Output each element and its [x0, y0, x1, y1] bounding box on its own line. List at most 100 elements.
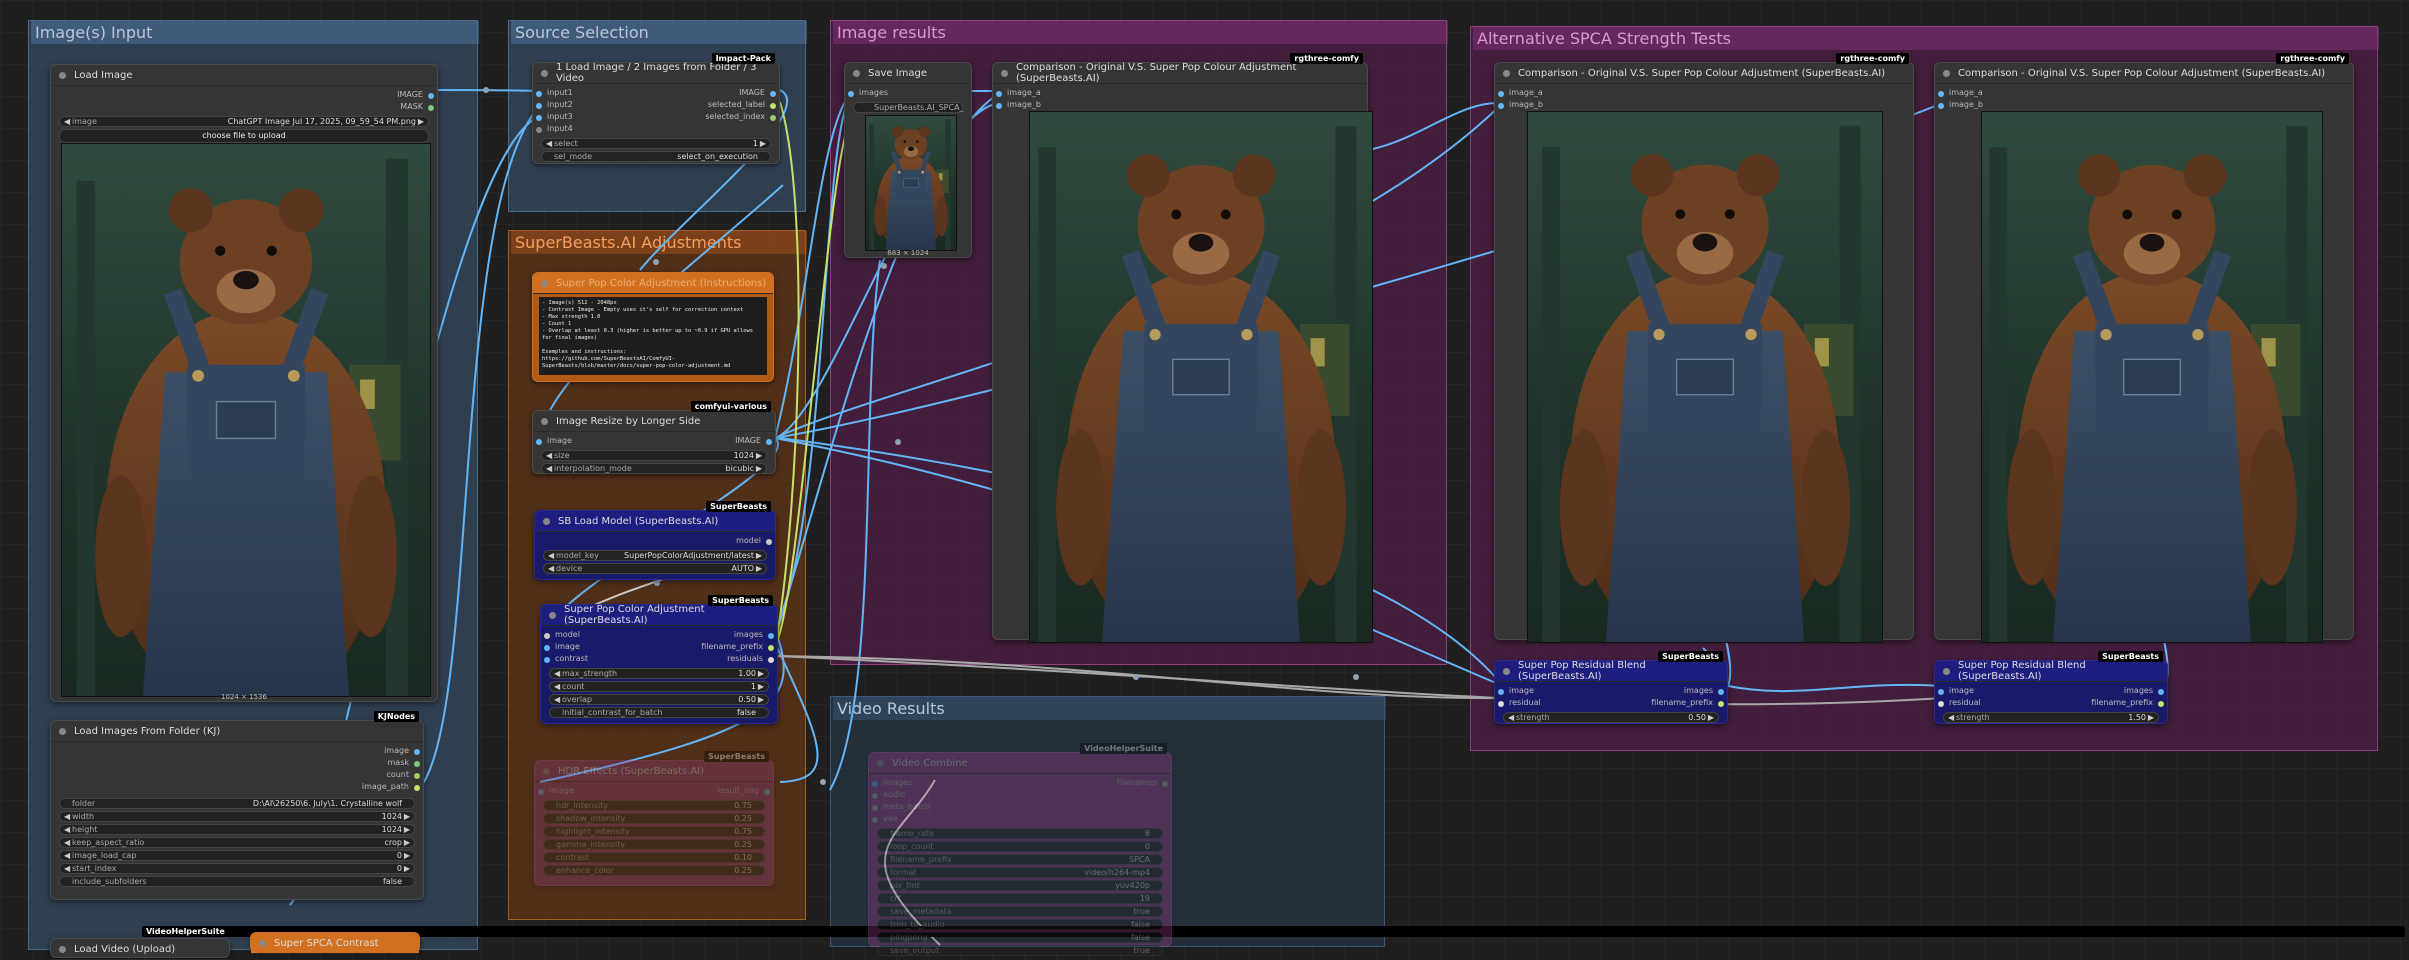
node-hdr-effects[interactable]: SuperBeasts HDR Effects (SuperBeasts.AI)…	[534, 751, 774, 886]
collapse-dot[interactable]	[853, 69, 860, 77]
height-widget[interactable]: ◀ height 1024 ▶	[59, 824, 415, 835]
output-socket[interactable]	[768, 657, 774, 663]
collapse-dot[interactable]	[541, 417, 548, 425]
node-instructions-note[interactable]: Super Pop Color Adjustment (Instructions…	[532, 272, 774, 382]
collapse-dot[interactable]	[549, 611, 556, 619]
collapse-dot[interactable]	[1943, 667, 1950, 675]
output-socket[interactable]	[414, 785, 420, 791]
input-socket[interactable]	[536, 103, 542, 109]
gamma-intensity-widget[interactable]: gamma_intensity 0.25	[543, 839, 765, 850]
collapse-dot[interactable]	[1503, 69, 1510, 77]
input-socket[interactable]	[848, 91, 854, 97]
comparison-image[interactable]	[1527, 111, 1883, 643]
input-socket[interactable]	[1498, 91, 1504, 97]
input-socket[interactable]	[536, 127, 542, 133]
overlap-widget[interactable]: ◀ overlap 0.50 ▶	[549, 694, 769, 705]
start-index-widget[interactable]: ◀ start_index 0 ▶	[59, 863, 415, 874]
output-socket[interactable]	[1162, 781, 1168, 787]
output-socket[interactable]	[766, 539, 772, 545]
model-key-widget[interactable]: ◀ model_key SuperPopColorAdjustment/latest…	[543, 550, 767, 561]
enhance-color-widget[interactable]: enhance_color 0.25	[543, 865, 765, 876]
node-video-combine[interactable]: VideoHelperSuite Video Combine images Fil…	[868, 743, 1172, 956]
upload-button[interactable]: choose file to upload	[59, 129, 429, 143]
format-widget[interactable]: format video/h264-mp4	[877, 867, 1163, 878]
output-socket[interactable]	[2158, 689, 2164, 695]
node-comparison-2[interactable]: rgthree-comfy Comparison - Original V.S.…	[1494, 53, 1914, 643]
max-strength-widget[interactable]: ◀ max_strength 1.00 ▶	[549, 668, 769, 679]
collapse-dot[interactable]	[543, 517, 550, 525]
input-socket[interactable]	[996, 103, 1002, 109]
shadow-intensity-widget[interactable]: shadow_intensity 0.25	[543, 813, 765, 824]
width-widget[interactable]: ◀ width 1024 ▶	[59, 811, 415, 822]
input-socket[interactable]	[996, 91, 1002, 97]
pingpong-toggle[interactable]: pingpong false	[877, 932, 1163, 943]
input-socket[interactable]	[544, 645, 550, 651]
strength-widget[interactable]: ◀ strength 1.50 ▶	[1943, 712, 2159, 723]
collapse-dot[interactable]	[877, 759, 884, 767]
output-socket[interactable]	[770, 115, 776, 121]
input-socket[interactable]	[1498, 701, 1504, 707]
node-residual-blend-1[interactable]: SuperBeasts Super Pop Residual Blend (Su…	[1494, 651, 1728, 724]
note-text[interactable]: - Image(s) 512 - 2048px - Contrast Image…	[539, 297, 767, 375]
node-load-folder[interactable]: KJNodes Load Images From Folder (KJ) ima…	[50, 711, 424, 900]
input-socket[interactable]	[1498, 103, 1504, 109]
input-socket[interactable]	[536, 439, 542, 445]
output-socket[interactable]	[2158, 701, 2164, 707]
filename-prefix-widget[interactable]: filename_prefix SPCA	[877, 854, 1163, 865]
output-socket[interactable]	[414, 761, 420, 767]
comparison-image[interactable]	[1029, 111, 1373, 643]
input-socket[interactable]	[1938, 91, 1944, 97]
sel-mode-toggle[interactable]: sel_mode select_on_execution	[541, 151, 771, 162]
hdr-intensity-widget[interactable]: hdr_intensity 0.75	[543, 800, 765, 811]
output-socket[interactable]	[766, 439, 772, 445]
collapse-dot[interactable]	[1503, 667, 1510, 675]
output-socket[interactable]	[770, 103, 776, 109]
output-socket[interactable]	[770, 91, 776, 97]
image-select-widget[interactable]: ◀ image ChatGPT Image Jul 17, 2025, 09_59_…	[59, 116, 429, 127]
initial-contrast-toggle[interactable]: initial_contrast_for_batch false	[549, 707, 769, 718]
trim-to-audio-toggle[interactable]: trim_to_audio false	[877, 919, 1163, 930]
output-socket[interactable]	[1718, 689, 1724, 695]
node-load-video[interactable]: Load Video (Upload)	[50, 938, 230, 960]
save-metadata-toggle[interactable]: save_metadata true	[877, 906, 1163, 917]
interpolation-widget[interactable]: ◀ interpolation_mode bicubic ▶	[541, 463, 767, 474]
output-socket[interactable]	[1718, 701, 1724, 707]
input-socket[interactable]	[1938, 689, 1944, 695]
input-socket[interactable]	[536, 115, 542, 121]
collapse-dot[interactable]	[59, 727, 66, 735]
collapse-dot[interactable]	[59, 71, 66, 79]
collapse-dot[interactable]	[1943, 69, 1950, 77]
output-socket[interactable]	[768, 633, 774, 639]
input-socket[interactable]	[536, 91, 542, 97]
input-socket[interactable]	[1498, 689, 1504, 695]
output-socket[interactable]	[764, 789, 770, 795]
output-socket[interactable]	[768, 645, 774, 651]
node-comparison-1[interactable]: rgthree-comfy Comparison - Original V.S.…	[992, 53, 1373, 643]
node-spca-contrast[interactable]: Super SPCA Contrast	[250, 932, 420, 954]
contrast-widget[interactable]: contrast 0.10	[543, 852, 765, 863]
collapse-dot[interactable]	[1001, 69, 1008, 77]
crf-widget[interactable]: crf 19	[877, 893, 1163, 904]
node-source-selector[interactable]: Impact-Pack 1 Load Image / 2 Images from…	[532, 53, 780, 164]
image-load-cap-widget[interactable]: ◀ image_load_cap 0 ▶	[59, 850, 415, 861]
include-subfolders-toggle[interactable]: include_subfolders false	[59, 876, 415, 887]
node-save-image[interactable]: Save Image images SuperBeasts.AI_SPCA_ 6…	[844, 62, 972, 258]
node-load-image[interactable]: Load Image IMAGE MASK ◀ image ChatGPT Imag…	[50, 64, 438, 702]
keep-aspect-widget[interactable]: ◀ keep_aspect_ratio crop ▶	[59, 837, 415, 848]
strength-widget[interactable]: ◀ strength 0.50 ▶	[1503, 712, 1719, 723]
input-socket[interactable]	[1938, 103, 1944, 109]
output-socket[interactable]	[414, 773, 420, 779]
collapse-dot[interactable]	[259, 939, 266, 947]
input-socket[interactable]	[544, 657, 550, 663]
input-socket[interactable]	[872, 817, 878, 823]
node-super-pop-color[interactable]: SuperBeasts Super Pop Color Adjustment (…	[540, 595, 778, 724]
node-sb-load-model[interactable]: SuperBeasts SB Load Model (SuperBeasts.A…	[534, 501, 776, 580]
input-socket[interactable]	[872, 781, 878, 787]
count-widget[interactable]: ◀ count 1 ▶	[549, 681, 769, 692]
node-residual-blend-2[interactable]: SuperBeasts Super Pop Residual Blend (Su…	[1934, 651, 2168, 724]
collapse-dot[interactable]	[543, 767, 550, 775]
pix-fmt-widget[interactable]: pix_fmt yuv420p	[877, 880, 1163, 891]
select-widget[interactable]: ◀ select 1 ▶	[541, 138, 771, 149]
output-socket[interactable]	[414, 749, 420, 755]
node-comparison-3[interactable]: rgthree-comfy Comparison - Original V.S.…	[1934, 53, 2354, 643]
